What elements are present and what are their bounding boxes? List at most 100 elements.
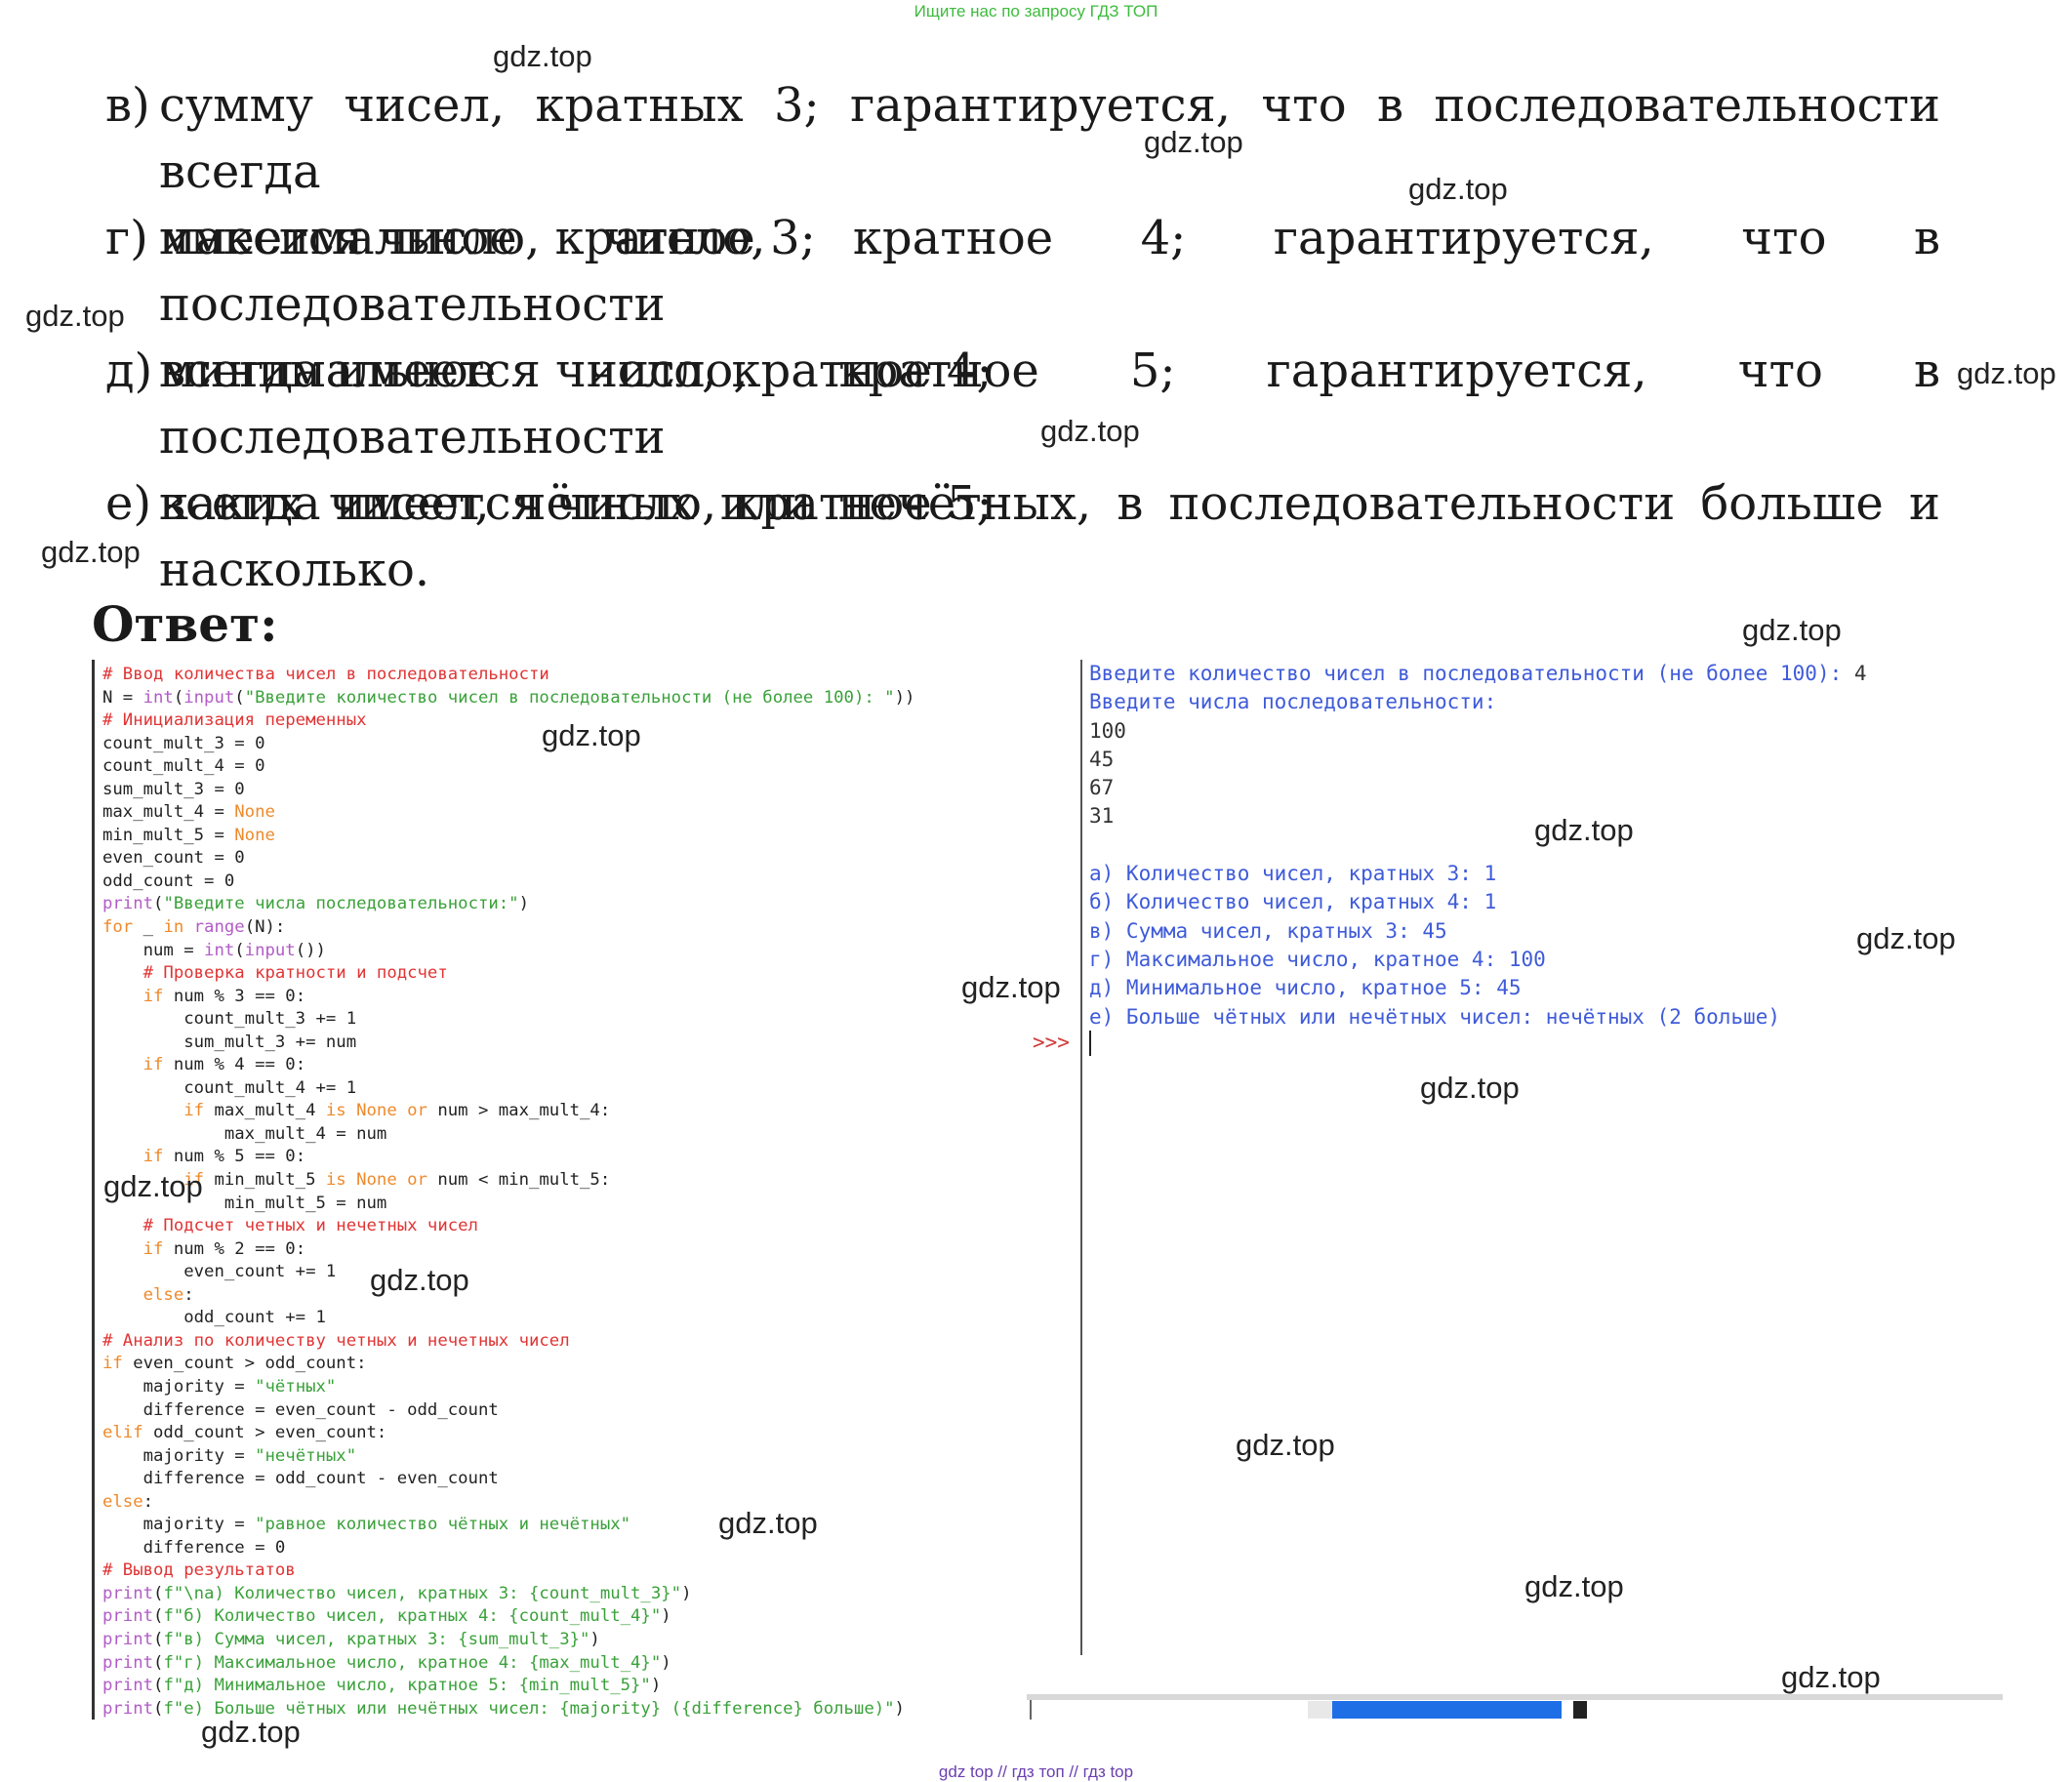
task-label: в) — [105, 78, 150, 133]
code-token: is None or — [325, 1101, 427, 1121]
code-token: else — [142, 1284, 184, 1305]
shell-token: 31 — [1089, 804, 1115, 829]
code-token: )) — [894, 687, 915, 708]
code-token: int — [204, 940, 235, 960]
code-line[interactable]: difference = even_count - odd_count — [102, 1399, 914, 1423]
watermark: gdz.top — [1408, 172, 1508, 206]
code-line[interactable]: else: — [102, 1284, 914, 1308]
code-line[interactable]: N = int(input("Введите количество чисел … — [102, 687, 914, 710]
task-text-line1: минимальное число, кратное 5; гарантируе… — [159, 344, 1940, 465]
code-line[interactable]: count_mult_3 = 0 — [102, 733, 914, 756]
code-line[interactable]: if num % 5 == 0: — [102, 1146, 914, 1169]
code-token: ( — [153, 1698, 164, 1719]
code-token: majority = — [102, 1376, 256, 1397]
shell-line: 31 — [1089, 802, 1867, 830]
code-lines[interactable]: # Ввод количества чисел в последовательн… — [102, 664, 914, 1721]
code-line[interactable]: # Анализ по количеству четных и нечетных… — [102, 1330, 914, 1354]
watermark: gdz.top — [1236, 1428, 1335, 1462]
code-token: odd_count > even_count: — [142, 1423, 387, 1443]
watermark: gdz.top — [542, 718, 641, 752]
code-token: is None or — [325, 1170, 427, 1191]
code-line[interactable]: if num % 4 == 0: — [102, 1054, 914, 1077]
code-token: ) — [650, 1676, 662, 1696]
taskbar-active-item — [1332, 1701, 1562, 1719]
shell-line: 67 — [1089, 774, 1867, 802]
code-line[interactable]: even_count = 0 — [102, 847, 914, 871]
code-line[interactable]: print(f"д) Минимальное число, кратное 5:… — [102, 1675, 914, 1698]
code-line[interactable]: odd_count += 1 — [102, 1307, 914, 1330]
code-line[interactable]: # Вывод результатов — [102, 1559, 914, 1583]
code-line[interactable]: max_mult_4 = num — [102, 1123, 914, 1147]
watermark: gdz.top — [1524, 1569, 1624, 1603]
task-label: д) — [105, 344, 153, 398]
task-text-line1: каких чисел, чётных или нечётных, в посл… — [159, 476, 1940, 531]
code-line[interactable]: print(f"б) Количество чисел, кратных 4: … — [102, 1605, 914, 1629]
code-line[interactable]: print("Введите числа последовательности:… — [102, 893, 914, 916]
code-line[interactable]: sum_mult_3 = 0 — [102, 779, 914, 802]
shell-line: 100 — [1089, 717, 1867, 746]
python-shell-panel[interactable]: Введите количество чисел в последователь… — [1027, 660, 2003, 1697]
code-token: for — [102, 917, 134, 938]
shell-output: Введите количество чисел в последователь… — [1089, 660, 1867, 1032]
code-token: "Введите количество чисел в последовател… — [244, 687, 895, 708]
code-line[interactable]: elif odd_count > even_count: — [102, 1422, 914, 1445]
code-line[interactable]: majority = "чётных" — [102, 1376, 914, 1399]
shell-line: д) Минимальное число, кратное 5: 45 — [1089, 974, 1867, 1002]
code-line[interactable]: difference = odd_count - even_count — [102, 1468, 914, 1491]
code-line[interactable]: majority = "нечётных" — [102, 1445, 914, 1469]
code-line[interactable]: if even_count > odd_count: — [102, 1353, 914, 1376]
code-line[interactable]: if min_mult_5 is None or num < min_mult_… — [102, 1169, 914, 1193]
watermark: gdz.top — [493, 39, 592, 73]
code-line[interactable]: # Инициализация переменных — [102, 709, 914, 733]
footer-links[interactable]: gdz top // гдз топ // гдз top — [0, 1762, 2072, 1782]
code-line[interactable]: # Подсчет четных и нечетных чисел — [102, 1215, 914, 1238]
code-editor-panel[interactable]: # Ввод количества чисел в последовательн… — [92, 660, 1032, 1720]
code-token: max_mult_4 = num — [102, 1123, 387, 1144]
code-token: num % 3 == 0: — [163, 986, 306, 1006]
code-line[interactable]: max_mult_4 = None — [102, 801, 914, 825]
code-line[interactable]: # Проверка кратности и подсчет — [102, 962, 914, 986]
code-token: max_mult_4 = — [102, 802, 235, 823]
code-line[interactable]: if max_mult_4 is None or num > max_mult_… — [102, 1100, 914, 1123]
code-token: count_mult_3 += 1 — [102, 1009, 357, 1030]
code-line[interactable]: count_mult_3 += 1 — [102, 1008, 914, 1032]
code-token: input — [183, 687, 235, 708]
shell-line: а) Количество чисел, кратных 3: 1 — [1089, 860, 1867, 888]
code-token: num % 5 == 0: — [163, 1147, 306, 1167]
code-line[interactable]: count_mult_4 += 1 — [102, 1077, 914, 1101]
code-line[interactable]: if num % 3 == 0: — [102, 986, 914, 1009]
watermark: gdz.top — [201, 1715, 301, 1749]
code-token: ) — [681, 1583, 692, 1603]
code-line[interactable]: print(f"\na) Количество чисел, кратных 3… — [102, 1583, 914, 1606]
top-banner[interactable]: Ищите нас по запросу ГДЗ ТОП — [0, 2, 2072, 21]
code-line[interactable]: # Ввод количества чисел в последовательн… — [102, 664, 914, 687]
shell-token: д) Минимальное число, кратное 5: 45 — [1089, 976, 1522, 1000]
code-line[interactable]: print(f"в) Сумма чисел, кратных 3: {sum_… — [102, 1629, 914, 1652]
code-line[interactable]: sum_mult_3 += num — [102, 1032, 914, 1055]
code-line[interactable]: odd_count = 0 — [102, 871, 914, 894]
watermark: gdz.top — [1420, 1071, 1520, 1105]
code-token: print — [102, 894, 154, 914]
code-token: if — [142, 1238, 164, 1259]
code-token: range — [193, 917, 245, 938]
code-line[interactable]: for _ in range(N): — [102, 916, 914, 940]
code-line[interactable]: if num % 2 == 0: — [102, 1238, 914, 1262]
code-token: ( — [234, 687, 245, 708]
shell-gutter — [1080, 660, 1082, 1655]
code-token: sum_mult_3 += num — [102, 1032, 357, 1052]
watermark: gdz.top — [41, 535, 141, 569]
code-line[interactable]: num = int(input()) — [102, 940, 914, 963]
code-token: even_count += 1 — [102, 1262, 337, 1282]
code-token: N = — [102, 687, 143, 708]
shell-line: Введите числа последовательности: — [1089, 688, 1867, 716]
code-line[interactable]: even_count += 1 — [102, 1261, 914, 1284]
code-token: ( — [153, 1676, 164, 1696]
code-line[interactable]: min_mult_5 = None — [102, 825, 914, 848]
code-line[interactable]: count_mult_4 = 0 — [102, 755, 914, 779]
code-token: ( — [153, 894, 164, 914]
code-line[interactable]: print(f"г) Максимальное число, кратное 4… — [102, 1652, 914, 1676]
shell-text-cursor[interactable] — [1089, 1031, 1091, 1056]
code-line[interactable]: min_mult_5 = num — [102, 1193, 914, 1216]
